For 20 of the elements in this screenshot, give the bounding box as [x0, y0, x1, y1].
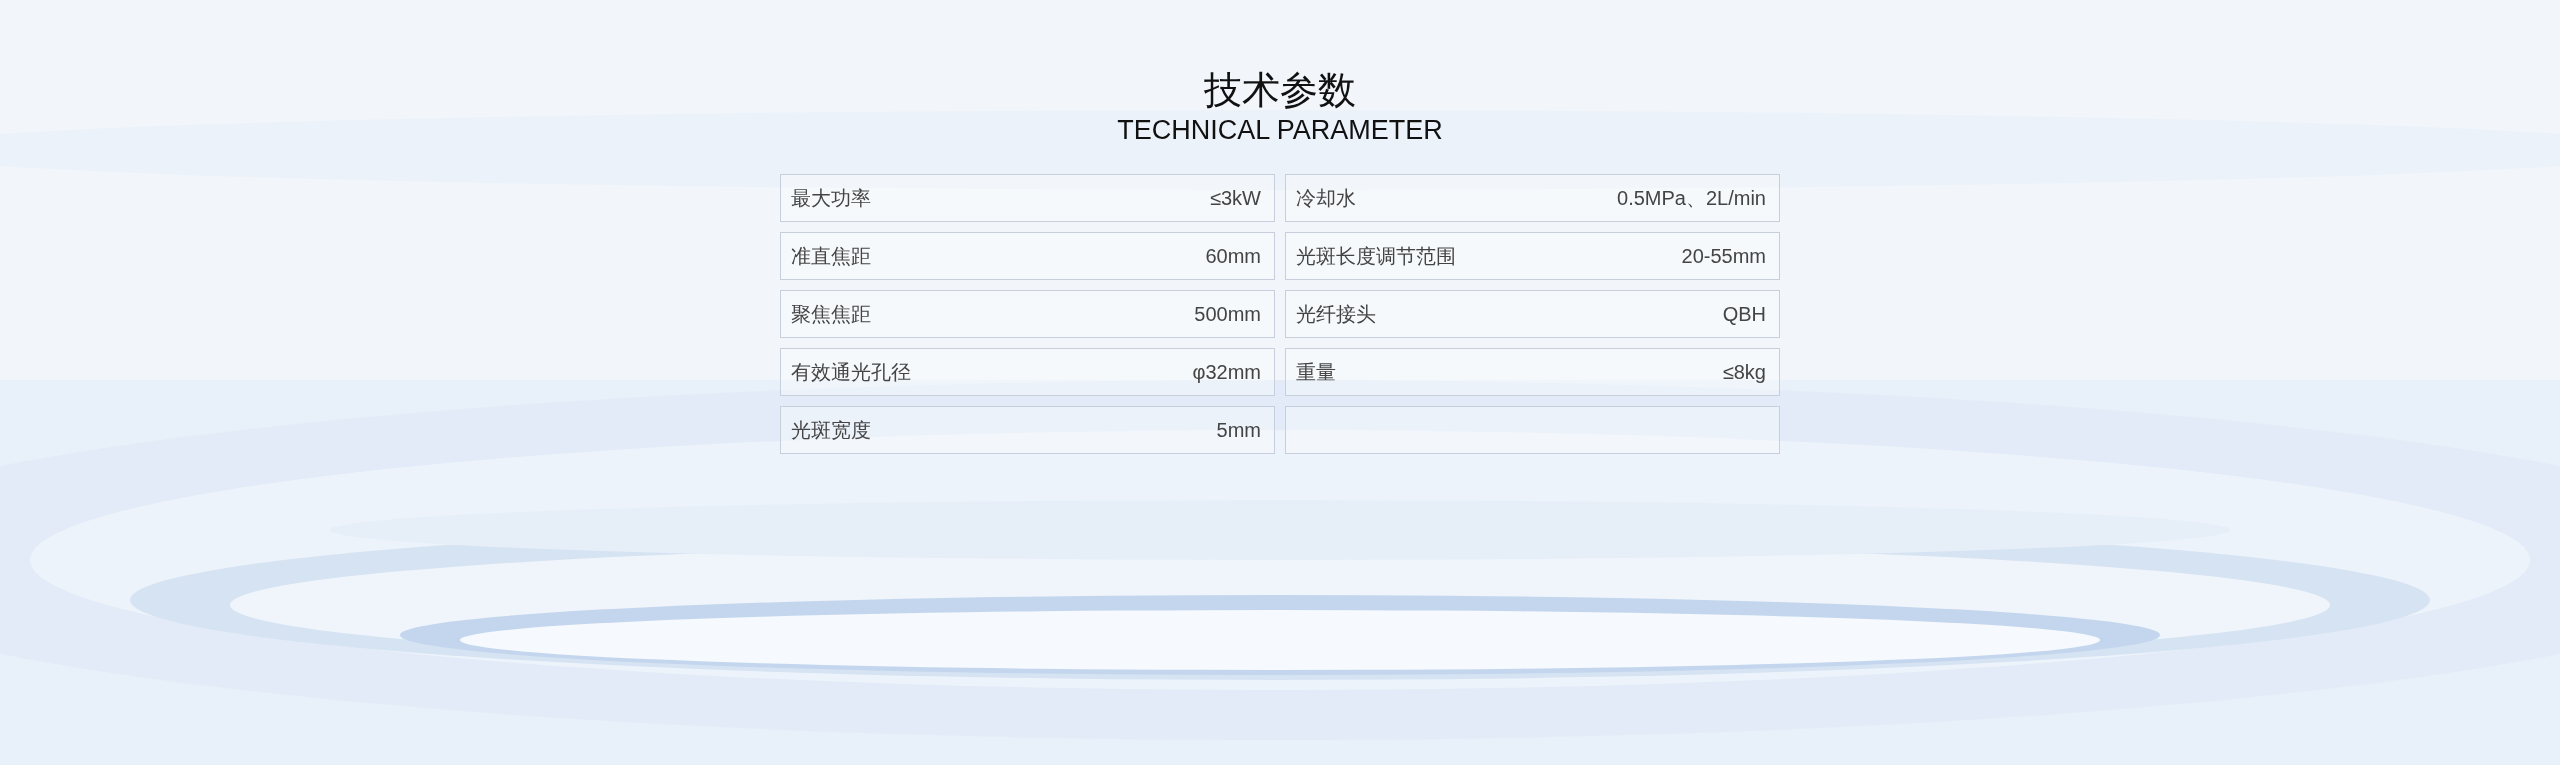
section-subtitle: TECHNICAL PARAMETER	[1116, 113, 1444, 146]
parameter-value: φ32mm	[1192, 360, 1261, 385]
parameter-value: QBH	[1722, 302, 1766, 327]
parameter-label: 有效通光孔径	[791, 360, 911, 385]
parameter-label: 聚焦焦距	[791, 302, 871, 327]
parameter-value: 500mm	[1194, 302, 1261, 327]
parameter-label: 准直焦距	[791, 244, 871, 269]
parameter-value: 0.5MPa、2L/min	[1617, 186, 1766, 211]
parameter-label: 光斑宽度	[791, 418, 871, 443]
parameter-label: 光纤接头	[1296, 302, 1376, 327]
parameter-value: ≤3kW	[1210, 186, 1261, 211]
parameter-label: 冷却水	[1296, 186, 1356, 211]
parameter-value: 60mm	[1205, 244, 1261, 269]
section-title: 技术参数	[1203, 68, 1357, 113]
parameter-value: 5mm	[1216, 418, 1261, 443]
parameter-value: ≤8kg	[1722, 360, 1766, 385]
parameter-label: 光斑长度调节范围	[1296, 244, 1456, 269]
parameter-label: 最大功率	[791, 186, 871, 211]
parameter-label: 重量	[1296, 360, 1336, 385]
parameter-value: 20-55mm	[1681, 244, 1766, 269]
